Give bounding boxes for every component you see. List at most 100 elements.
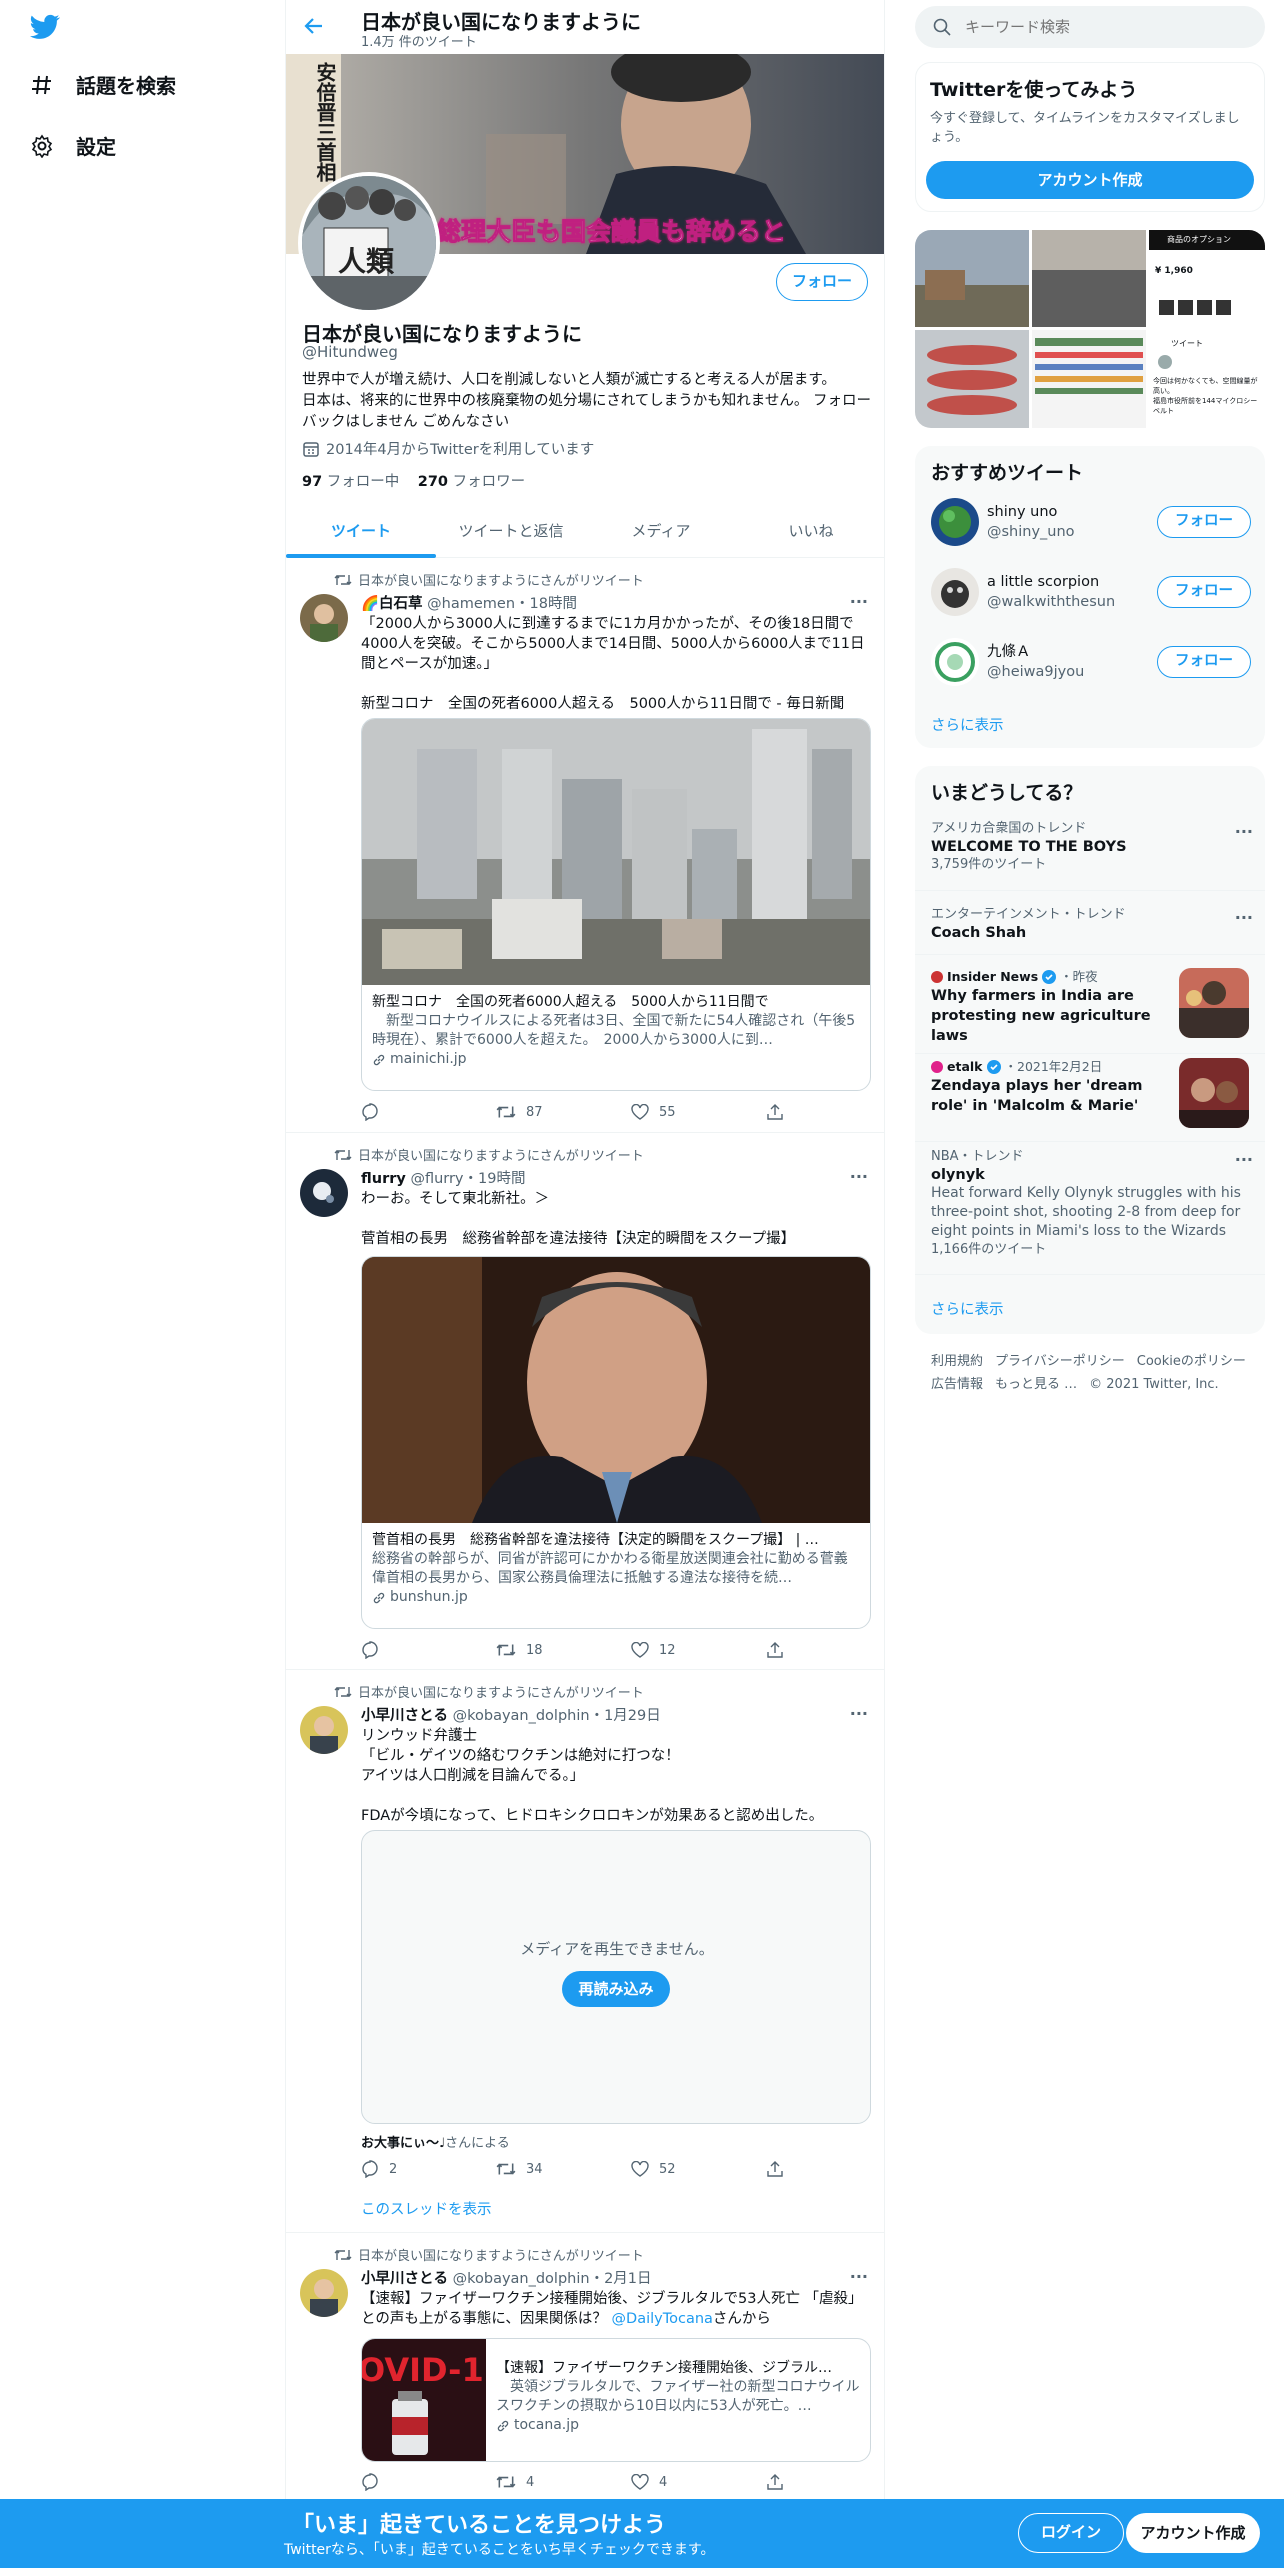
nav-settings[interactable]: 設定: [30, 131, 116, 160]
suggestion-name[interactable]: a little scorpion: [987, 572, 1157, 592]
mention-link[interactable]: @DailyTocana: [612, 2311, 713, 2327]
avatar[interactable]: [300, 594, 348, 642]
avatar[interactable]: [300, 2269, 348, 2317]
avatar[interactable]: [931, 638, 979, 686]
author-handle[interactable]: @flurry: [410, 1171, 463, 1187]
login-button[interactable]: ログイン: [1018, 2513, 1124, 2553]
footer-privacy-link[interactable]: プライバシーポリシー: [995, 1354, 1125, 1369]
author-name[interactable]: 🌈白石草: [361, 596, 423, 612]
suggestion-item[interactable]: a little scorpion @walkwiththesun フォロー: [931, 568, 1251, 616]
reply-button[interactable]: [361, 1103, 496, 1121]
reply-button[interactable]: 2: [361, 2160, 496, 2178]
more-options-icon[interactable]: ···: [1235, 1150, 1253, 1169]
news-title: Why farmers in India are protesting new …: [931, 988, 1151, 1044]
footer-more-link[interactable]: もっと見る …: [995, 1377, 1077, 1392]
tweet-time[interactable]: 18時間: [530, 596, 577, 612]
footer-cookie-link[interactable]: Cookieのポリシー: [1137, 1354, 1246, 1369]
follow-button[interactable]: フォロー: [1157, 506, 1251, 538]
like-button[interactable]: 12: [631, 1641, 766, 1659]
more-options-icon[interactable]: ···: [850, 1704, 868, 1723]
suggestion-item[interactable]: shiny uno @shiny_uno フォロー: [931, 498, 1251, 546]
trend-item[interactable]: アメリカ合衆国のトレンド WELCOME TO THE BOYS 3,759件の…: [931, 820, 1251, 874]
suggestion-item[interactable]: 九條Ａ @heiwa9jyou フォロー: [931, 638, 1251, 686]
show-thread-link[interactable]: このスレッドを表示: [361, 2198, 492, 2219]
tweet[interactable]: 日本が良い国になりますようにさんがリツイート 小早川さとる @kobayan_d…: [286, 1670, 884, 2233]
more-options-icon[interactable]: ···: [850, 2267, 868, 2286]
tweet-time[interactable]: 19時間: [478, 1171, 525, 1187]
profile-bio: 世界中で人が増え続け、人口を削減しないと人類が滅亡すると考える人が居ます。 日本…: [302, 372, 871, 430]
tab-tweets[interactable]: ツイート: [286, 506, 436, 558]
author-name[interactable]: flurry: [361, 1171, 406, 1187]
share-button[interactable]: [766, 2473, 784, 2491]
tweet-time[interactable]: 2月1日: [604, 2271, 651, 2287]
bottom-bar-subtitle: Twitterなら、「いま」起きていることをいち早くチェックできます。: [284, 2542, 715, 2558]
followers-link[interactable]: 270 フォロワー: [418, 474, 525, 490]
card-domain: mainichi.jp: [390, 1051, 467, 1067]
retweet-button[interactable]: 18: [496, 1641, 631, 1659]
author-handle[interactable]: @hamemen: [427, 596, 515, 612]
more-options-icon[interactable]: ···: [1235, 822, 1253, 841]
retweet-button[interactable]: 87: [496, 1103, 631, 1121]
footer-terms-link[interactable]: 利用規約: [931, 1354, 983, 1369]
follow-button[interactable]: フォロー: [1157, 576, 1251, 608]
author-handle[interactable]: @kobayan_dolphin: [453, 2271, 590, 2287]
tab-tweets-replies[interactable]: ツイートと返信: [436, 506, 586, 557]
share-button[interactable]: [766, 1103, 784, 1121]
news-item[interactable]: etalk ・2021年2月2日 Zendaya plays her 'dream…: [931, 1058, 1171, 1116]
link-icon: [372, 1053, 386, 1067]
twitter-logo-icon[interactable]: [30, 14, 60, 40]
reply-button[interactable]: [361, 1641, 496, 1659]
like-button[interactable]: 4: [631, 2473, 766, 2491]
search-input[interactable]: [965, 18, 1225, 36]
tweet[interactable]: 日本が良い国になりますようにさんがリツイート 小早川さとる @kobayan_d…: [286, 2233, 884, 2533]
nav-explore[interactable]: 話題を検索: [30, 70, 176, 99]
more-options-icon[interactable]: ···: [1235, 908, 1253, 927]
link-card[interactable]: 新型コロナ 全国の死者6000人超える 5000人から11日間で 新型コロナウイ…: [361, 718, 871, 1091]
tweet-time[interactable]: 1月29日: [604, 1708, 661, 1724]
more-options-icon[interactable]: ···: [850, 592, 868, 611]
news-item[interactable]: Insider News ・昨夜 Why farmers in India are…: [931, 968, 1171, 1046]
footer-ads-link[interactable]: 広告情報: [931, 1377, 983, 1392]
create-account-button[interactable]: アカウント作成: [926, 161, 1254, 199]
suggestion-name[interactable]: shiny uno: [987, 502, 1157, 522]
retweet-button[interactable]: 4: [496, 2473, 631, 2491]
retweet-button[interactable]: 34: [496, 2160, 631, 2178]
reply-button[interactable]: [361, 2473, 496, 2491]
follow-button[interactable]: フォロー: [776, 263, 868, 301]
tab-likes[interactable]: いいね: [736, 506, 884, 557]
trend-item[interactable]: NBA・トレンド olynyk Heat forward Kelly Olyny…: [931, 1148, 1251, 1259]
back-arrow-icon[interactable]: [302, 14, 326, 38]
profile-avatar[interactable]: 人類: [298, 172, 440, 314]
avatar[interactable]: [300, 1706, 348, 1754]
like-button[interactable]: 55: [631, 1103, 766, 1121]
share-button[interactable]: [766, 2160, 784, 2178]
link-card[interactable]: OVID-1 【速報】ファイザーワクチン接種開始後、ジブラル… 英領ジブラルタル…: [361, 2338, 871, 2462]
author-name[interactable]: 小早川さとる: [361, 2271, 448, 2287]
author-name[interactable]: 小早川さとる: [361, 1708, 448, 1724]
tab-media[interactable]: メディア: [586, 506, 736, 557]
retweet-icon: [496, 1642, 516, 1658]
trend-item[interactable]: エンターテインメント・トレンド Coach Shah: [931, 906, 1251, 942]
show-more-link[interactable]: さらに表示: [931, 714, 1004, 735]
avatar[interactable]: [931, 568, 979, 616]
link-card[interactable]: 菅首相の長男 総務省幹部を違法接待【決定的瞬間をスクープ撮】 | … 総務省の幹…: [361, 1256, 871, 1629]
media-player[interactable]: メディアを再生できません。 再読み込み: [361, 1830, 871, 2124]
signup-button[interactable]: アカウント作成: [1126, 2513, 1260, 2553]
following-link[interactable]: 97 フォロー中: [302, 474, 399, 490]
author-handle[interactable]: @kobayan_dolphin: [453, 1708, 590, 1724]
trend-count: 3,759件のツイート: [931, 857, 1047, 872]
tweet[interactable]: 日本が良い国になりますようにさんがリツイート 🌈白石草 @hamemen・18時…: [286, 558, 884, 1133]
like-button[interactable]: 52: [631, 2160, 766, 2178]
tweet[interactable]: 日本が良い国になりますようにさんがリツイート flurry @flurry・19…: [286, 1133, 884, 1670]
follow-button[interactable]: フォロー: [1157, 646, 1251, 678]
avatar[interactable]: [931, 498, 979, 546]
share-button[interactable]: [766, 1641, 784, 1659]
search-bar[interactable]: [915, 6, 1265, 48]
reload-button[interactable]: 再読み込み: [562, 1971, 670, 2007]
more-options-icon[interactable]: ···: [850, 1167, 868, 1186]
attribution-name[interactable]: お大事にぃ〜♩: [361, 2136, 445, 2151]
show-more-link[interactable]: さらに表示: [931, 1298, 1004, 1319]
avatar[interactable]: [300, 1169, 348, 1217]
heart-icon: [631, 1642, 649, 1658]
suggestion-name[interactable]: 九條Ａ: [987, 642, 1157, 662]
